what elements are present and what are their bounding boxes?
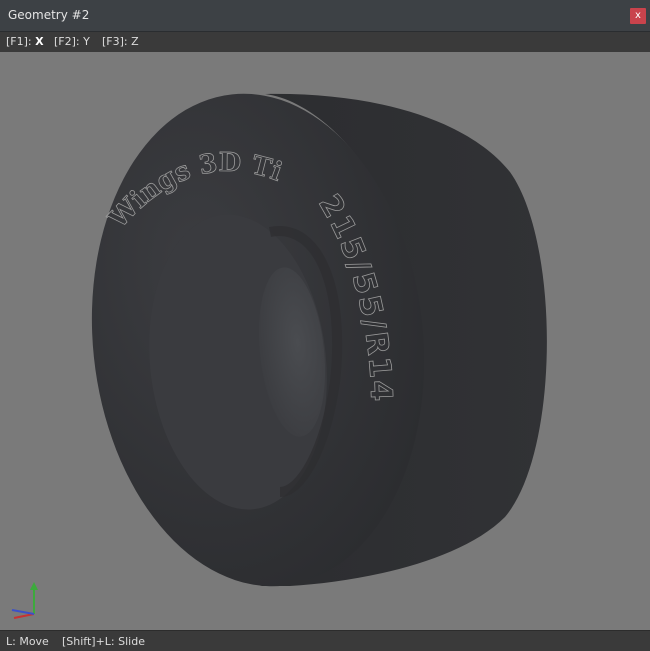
- tire-scene: Wings 3D Tire 215/55/R14: [0, 52, 547, 619]
- hint-f2: [F2]: Y: [54, 35, 90, 48]
- hint-f2-label: Y: [83, 35, 90, 48]
- axis-z: [11, 609, 35, 615]
- axis-hint-bar: [F1]: X [F2]: Y [F3]: Z: [0, 32, 650, 52]
- hint-f3-key: [F3]:: [102, 35, 128, 48]
- hint-f2-key: [F2]:: [54, 35, 80, 48]
- status-bar: L: Move [Shift]+L: Slide: [0, 630, 650, 651]
- hint-f1-key: [F1]:: [6, 35, 32, 48]
- title-bar[interactable]: Geometry #2 x: [0, 0, 650, 32]
- hint-f1-label: X: [35, 35, 44, 48]
- axis-y-arrow: [30, 582, 38, 590]
- window-title: Geometry #2: [8, 8, 90, 22]
- hint-f3: [F3]: Z: [102, 35, 139, 48]
- hint-f1: [F1]: X: [6, 35, 44, 48]
- status-left: L: Move: [6, 635, 49, 648]
- geometry-window: Geometry #2 x [F1]: X [F2]: Y [F3]: Z Wi…: [0, 0, 650, 651]
- 3d-viewport[interactable]: Wings 3D Tire 215/55/R14: [0, 52, 650, 630]
- axis-x: [13, 613, 35, 619]
- hint-f3-label: Z: [131, 35, 139, 48]
- status-right: [Shift]+L: Slide: [62, 635, 145, 648]
- axis-gizmo: [11, 582, 38, 619]
- close-button[interactable]: x: [630, 8, 646, 24]
